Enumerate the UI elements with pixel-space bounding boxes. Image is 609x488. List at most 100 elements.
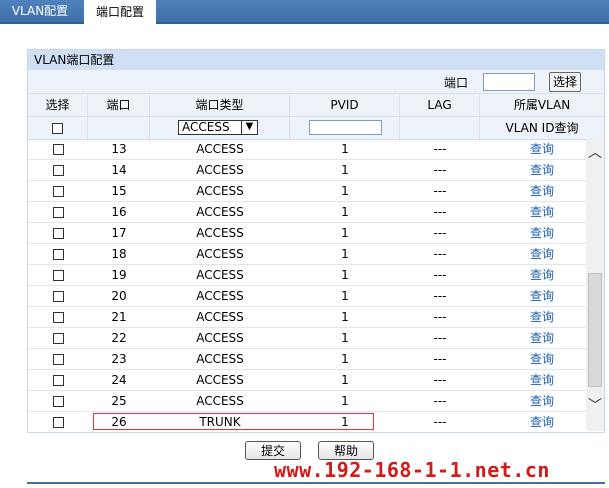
row-select-cell xyxy=(28,412,88,431)
row-port: 23 xyxy=(111,352,127,366)
row-checkbox[interactable] xyxy=(52,249,64,260)
table-row: 22 ACCESS 1 --- 查询 xyxy=(28,328,586,349)
port-search-input[interactable] xyxy=(483,73,535,91)
bottom-divider xyxy=(27,482,605,484)
port-type-select[interactable]: ACCESS ▼ xyxy=(178,120,258,135)
row-query-link[interactable]: 查询 xyxy=(480,412,586,431)
pvid-input[interactable] xyxy=(309,120,382,135)
row-query-link[interactable]: 查询 xyxy=(480,349,586,370)
row-pvid: 1 xyxy=(341,226,349,240)
col-pvid: PVID xyxy=(290,94,400,116)
chevron-up-icon[interactable]: ︿ xyxy=(586,144,604,162)
select-all-cell xyxy=(28,117,88,139)
row-query-link[interactable]: 查询 xyxy=(480,160,586,181)
vlan-port-config-panel: VLAN端口配置 端口 选择 选择 端口 端口类型 PVID LAG 所属VLA… xyxy=(27,49,605,433)
row-port: 25 xyxy=(111,394,127,408)
table-row: 17 ACCESS 1 --- 查询 xyxy=(28,223,586,244)
panel-title: VLAN端口配置 xyxy=(28,50,604,70)
row-query-link[interactable]: 查询 xyxy=(480,244,586,265)
row-port: 18 xyxy=(111,247,127,261)
row-checkbox[interactable] xyxy=(52,228,64,239)
table-row: 26 TRUNK 1 --- 查询 xyxy=(28,412,586,431)
port-type-value: ACCESS xyxy=(182,120,230,134)
row-query-link[interactable]: 查询 xyxy=(480,202,586,223)
row-lag: --- xyxy=(433,373,447,387)
row-pvid: 1 xyxy=(341,184,349,198)
row-query-link[interactable]: 查询 xyxy=(480,265,586,286)
row-checkbox[interactable] xyxy=(52,186,64,197)
row-select-cell xyxy=(28,202,88,223)
table-row: 16 ACCESS 1 --- 查询 xyxy=(28,202,586,223)
chevron-down-icon: ▼ xyxy=(241,121,257,134)
table-header: 选择 端口 端口类型 PVID LAG 所属VLAN xyxy=(28,93,604,116)
row-query-link[interactable]: 查询 xyxy=(480,286,586,307)
row-checkbox[interactable] xyxy=(52,396,64,407)
row-query-link[interactable]: 查询 xyxy=(480,223,586,244)
row-port-type: ACCESS xyxy=(196,289,244,303)
row-lag: --- xyxy=(433,331,447,345)
row-checkbox[interactable] xyxy=(52,165,64,176)
table-row: 15 ACCESS 1 --- 查询 xyxy=(28,181,586,202)
row-pvid: 1 xyxy=(341,205,349,219)
scrollbar[interactable]: ︿ ﹀ xyxy=(586,139,604,431)
row-pvid: 1 xyxy=(341,415,349,429)
row-select-cell xyxy=(28,349,88,370)
row-checkbox[interactable] xyxy=(52,375,64,386)
port-list: 13 ACCESS 1 --- 查询 14 ACCESS 1 --- 查询 15 ACCESS 1 ---… xyxy=(28,139,586,431)
row-query-link[interactable]: 查询 xyxy=(480,370,586,391)
row-select-cell xyxy=(28,223,88,244)
row-query-link[interactable]: 查询 xyxy=(480,328,586,349)
row-checkbox[interactable] xyxy=(52,417,64,428)
row-lag: --- xyxy=(433,226,447,240)
row-query-link[interactable]: 查询 xyxy=(480,181,586,202)
row-pvid: 1 xyxy=(341,142,349,156)
row-lag: --- xyxy=(433,205,447,219)
row-checkbox[interactable] xyxy=(52,270,64,281)
row-query-link[interactable]: 查询 xyxy=(480,139,586,160)
row-select-cell xyxy=(28,328,88,349)
row-checkbox[interactable] xyxy=(52,144,64,155)
row-port-type: ACCESS xyxy=(196,163,244,177)
table-row: 21 ACCESS 1 --- 查询 xyxy=(28,307,586,328)
row-checkbox[interactable] xyxy=(52,333,64,344)
row-port: 16 xyxy=(111,205,127,219)
row-port-type: ACCESS xyxy=(196,373,244,387)
row-select-cell xyxy=(28,286,88,307)
col-lag: LAG xyxy=(400,94,480,116)
row-lag: --- xyxy=(433,415,447,429)
row-port-type: ACCESS xyxy=(196,184,244,198)
row-lag: --- xyxy=(433,268,447,282)
table-row: 14 ACCESS 1 --- 查询 xyxy=(28,160,586,181)
row-port: 24 xyxy=(111,373,127,387)
tab-bar: VLAN配置 端口配置 xyxy=(0,0,609,25)
row-query-link[interactable]: 查询 xyxy=(480,307,586,328)
row-checkbox[interactable] xyxy=(52,312,64,323)
select-all-checkbox[interactable] xyxy=(52,123,63,134)
col-port: 端口 xyxy=(88,94,150,116)
row-port: 13 xyxy=(111,142,127,156)
row-checkbox[interactable] xyxy=(52,354,64,365)
row-port-type: TRUNK xyxy=(199,415,241,429)
row-port-type: ACCESS xyxy=(196,226,244,240)
port-search-bar: 端口 选择 xyxy=(28,70,604,93)
row-port: 26 xyxy=(111,415,127,429)
row-checkbox[interactable] xyxy=(52,207,64,218)
row-checkbox[interactable] xyxy=(52,291,64,302)
row-select-cell xyxy=(28,391,88,412)
row-lag: --- xyxy=(433,289,447,303)
row-port: 17 xyxy=(111,226,127,240)
tab-port-config[interactable]: 端口配置 xyxy=(84,0,156,25)
row-port-type: ACCESS xyxy=(196,394,244,408)
scrollbar-thumb[interactable] xyxy=(588,273,602,387)
port-select-button[interactable]: 选择 xyxy=(549,72,581,92)
row-pvid: 1 xyxy=(341,331,349,345)
row-select-cell xyxy=(28,307,88,328)
row-pvid: 1 xyxy=(341,394,349,408)
chevron-down-icon[interactable]: ﹀ xyxy=(586,397,604,415)
row-query-link[interactable]: 查询 xyxy=(480,391,586,412)
tab-vlan-config[interactable]: VLAN配置 xyxy=(0,0,80,22)
row-select-cell xyxy=(28,370,88,391)
row-lag: --- xyxy=(433,184,447,198)
row-pvid: 1 xyxy=(341,310,349,324)
row-select-cell xyxy=(28,160,88,181)
